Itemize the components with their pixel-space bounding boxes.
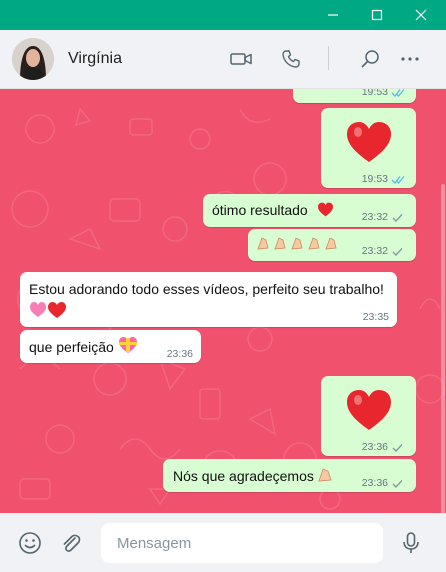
- message-bubble-incoming[interactable]: Estou adorando todo esses vídeos, perfei…: [20, 272, 397, 327]
- heart-emoji-icon: [347, 122, 391, 162]
- message-bubble-outgoing[interactable]: ótimo resultado 23:32: [203, 194, 416, 227]
- message-time: 23:32: [361, 245, 388, 257]
- message-text: que perfeição: [29, 339, 114, 355]
- sent-tick-icon: [392, 214, 403, 222]
- message-text: ótimo resultado: [212, 202, 308, 218]
- read-ticks-icon: [391, 89, 405, 97]
- maximize-button[interactable]: [354, 0, 400, 30]
- voice-call-icon[interactable]: [278, 46, 304, 72]
- message-time: 23:36: [361, 441, 388, 453]
- minimize-icon: [328, 14, 338, 16]
- clapping-hands-emoji-icon: [318, 468, 332, 482]
- emoji-icon[interactable]: [17, 530, 43, 556]
- minimize-button[interactable]: [310, 0, 356, 30]
- close-icon: [415, 9, 427, 21]
- attach-icon[interactable]: [58, 530, 84, 556]
- close-button[interactable]: [398, 0, 444, 30]
- message-text: Estou adorando todo esses vídeos, perfei…: [29, 281, 384, 297]
- message-text: Nós que agradeçemos: [173, 468, 314, 484]
- chat-header: Virgínia: [0, 30, 446, 89]
- hearts-emoji-icon: [30, 302, 66, 318]
- message-bubble-outgoing[interactable]: 23:32: [248, 229, 416, 261]
- message-time: 23:35: [362, 311, 389, 323]
- message-input-box[interactable]: [101, 523, 383, 563]
- search-icon[interactable]: [357, 46, 383, 72]
- message-input[interactable]: [101, 523, 377, 563]
- composer-bar: [0, 513, 446, 572]
- message-time: 23:36: [166, 348, 193, 360]
- window-titlebar: [0, 0, 446, 30]
- heart-emoji-icon: [318, 202, 333, 217]
- mic-icon[interactable]: [398, 530, 424, 556]
- header-divider: [328, 46, 329, 70]
- maximize-icon: [371, 9, 383, 21]
- message-time: 23:36: [361, 477, 388, 489]
- clapping-hands-emoji-icon: [257, 237, 337, 250]
- chat-area[interactable]: 19:53 19:53 ótimo resultado 23:32 23:32 …: [0, 89, 446, 513]
- message-time: 19:53: [361, 89, 388, 98]
- sent-tick-icon: [392, 248, 403, 256]
- menu-icon[interactable]: [397, 46, 423, 72]
- message-bubble-outgoing[interactable]: 23:36: [321, 376, 416, 456]
- message-bubble-incoming[interactable]: que perfeição 23:36: [20, 330, 201, 363]
- avatar[interactable]: [12, 38, 54, 80]
- read-ticks-icon: [391, 176, 405, 184]
- heart-with-ribbon-emoji-icon: [119, 337, 137, 353]
- video-call-icon[interactable]: [228, 46, 254, 72]
- message-time: 23:32: [361, 211, 388, 223]
- chat-scrollbar[interactable]: [441, 184, 445, 513]
- message-time: 19:53: [361, 173, 388, 185]
- sent-tick-icon: [392, 480, 403, 488]
- contact-name[interactable]: Virgínia: [68, 50, 122, 68]
- sent-tick-icon: [392, 444, 403, 452]
- heart-emoji-icon: [347, 390, 391, 430]
- message-bubble-outgoing[interactable]: 19:53: [321, 108, 416, 188]
- message-bubble-outgoing[interactable]: Nós que agradeçemos 23:36: [163, 459, 416, 492]
- message-bubble-outgoing[interactable]: 19:53: [293, 89, 416, 103]
